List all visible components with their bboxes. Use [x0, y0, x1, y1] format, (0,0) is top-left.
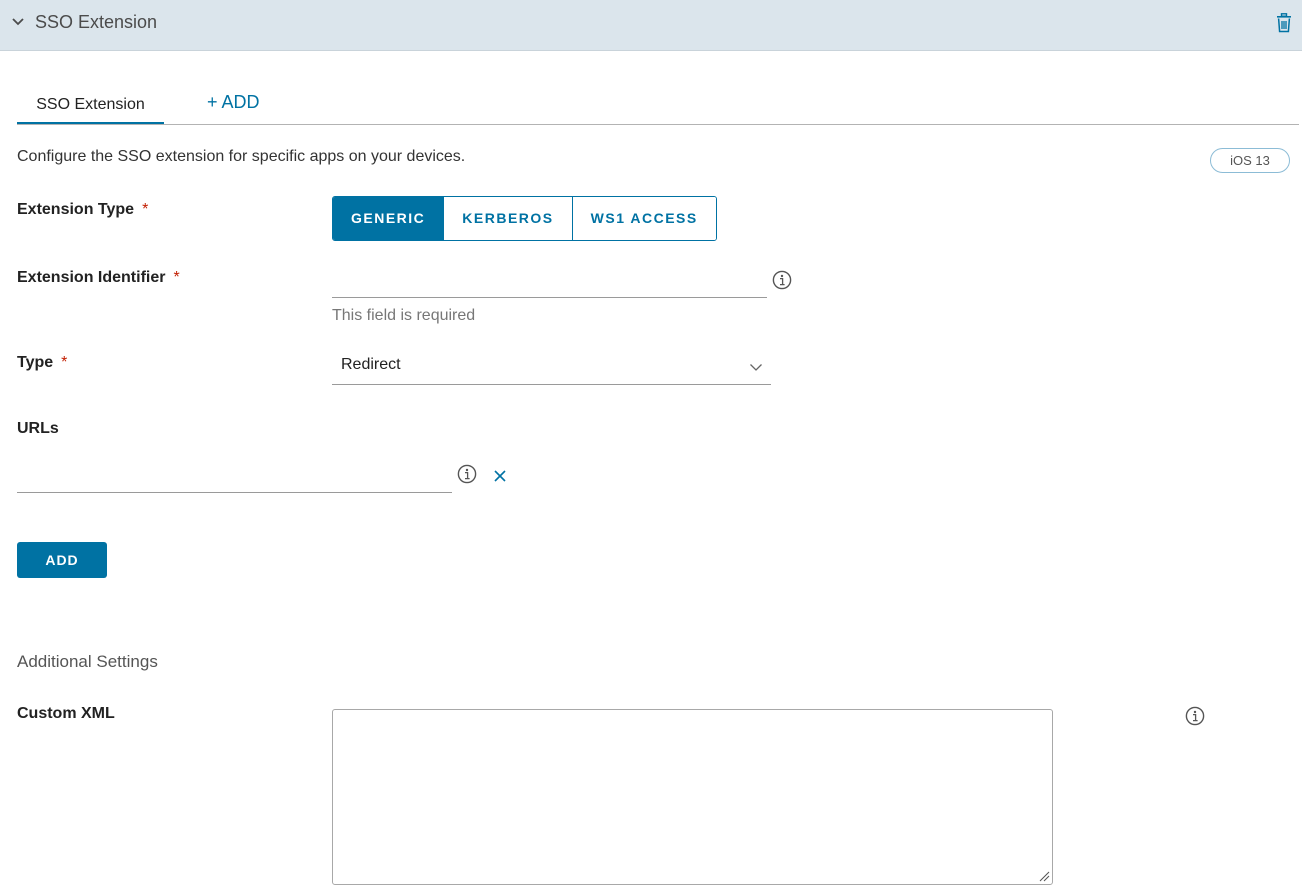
- extension-type-label-text: Extension Type: [17, 201, 135, 218]
- info-icon[interactable]: [772, 270, 792, 290]
- required-marker: *: [142, 201, 149, 218]
- extension-type-kerberos[interactable]: KERBEROS: [443, 197, 572, 240]
- extension-identifier-label-text: Extension Identifier: [17, 269, 166, 286]
- urls-label: URLs: [17, 420, 59, 437]
- resize-grip-icon[interactable]: [1038, 870, 1050, 882]
- chevron-down-icon[interactable]: [10, 14, 26, 30]
- tab-sso-extension[interactable]: SSO Extension: [17, 95, 164, 125]
- type-label-text: Type: [17, 354, 54, 371]
- required-marker: *: [173, 269, 180, 286]
- type-select[interactable]: Redirect: [332, 350, 771, 385]
- extension-type-ws1-access[interactable]: WS1 ACCESS: [571, 197, 716, 240]
- custom-xml-label: Custom XML: [17, 705, 115, 722]
- extension-identifier-input[interactable]: [332, 268, 767, 298]
- tab-divider: [17, 124, 1299, 125]
- type-select-value: Redirect: [341, 356, 401, 373]
- extension-identifier-error: This field is required: [332, 307, 476, 324]
- chevron-down-icon: [750, 364, 762, 371]
- required-marker: *: [61, 354, 68, 371]
- section-title: SSO Extension: [35, 12, 158, 32]
- info-icon[interactable]: [457, 464, 477, 484]
- ios-version-badge: iOS 13: [1210, 148, 1290, 173]
- description-text: Configure the SSO extension for specific…: [17, 148, 466, 165]
- extension-type-selector: GENERIC KERBEROS WS1 ACCESS: [332, 196, 717, 241]
- additional-settings-title: Additional Settings: [17, 652, 158, 671]
- extension-type-generic[interactable]: GENERIC: [333, 197, 444, 240]
- info-icon[interactable]: [1185, 706, 1205, 726]
- extension-identifier-label: Extension Identifier *: [17, 269, 180, 287]
- tab-add[interactable]: + ADD: [207, 92, 260, 113]
- add-url-button[interactable]: ADD: [17, 542, 107, 578]
- extension-type-label: Extension Type *: [17, 201, 148, 219]
- trash-icon[interactable]: [1275, 13, 1293, 33]
- section-header[interactable]: SSO Extension: [0, 0, 1302, 51]
- close-icon[interactable]: [492, 468, 508, 484]
- type-label: Type *: [17, 354, 67, 372]
- url-input[interactable]: [17, 463, 452, 493]
- custom-xml-textarea[interactable]: [332, 709, 1053, 885]
